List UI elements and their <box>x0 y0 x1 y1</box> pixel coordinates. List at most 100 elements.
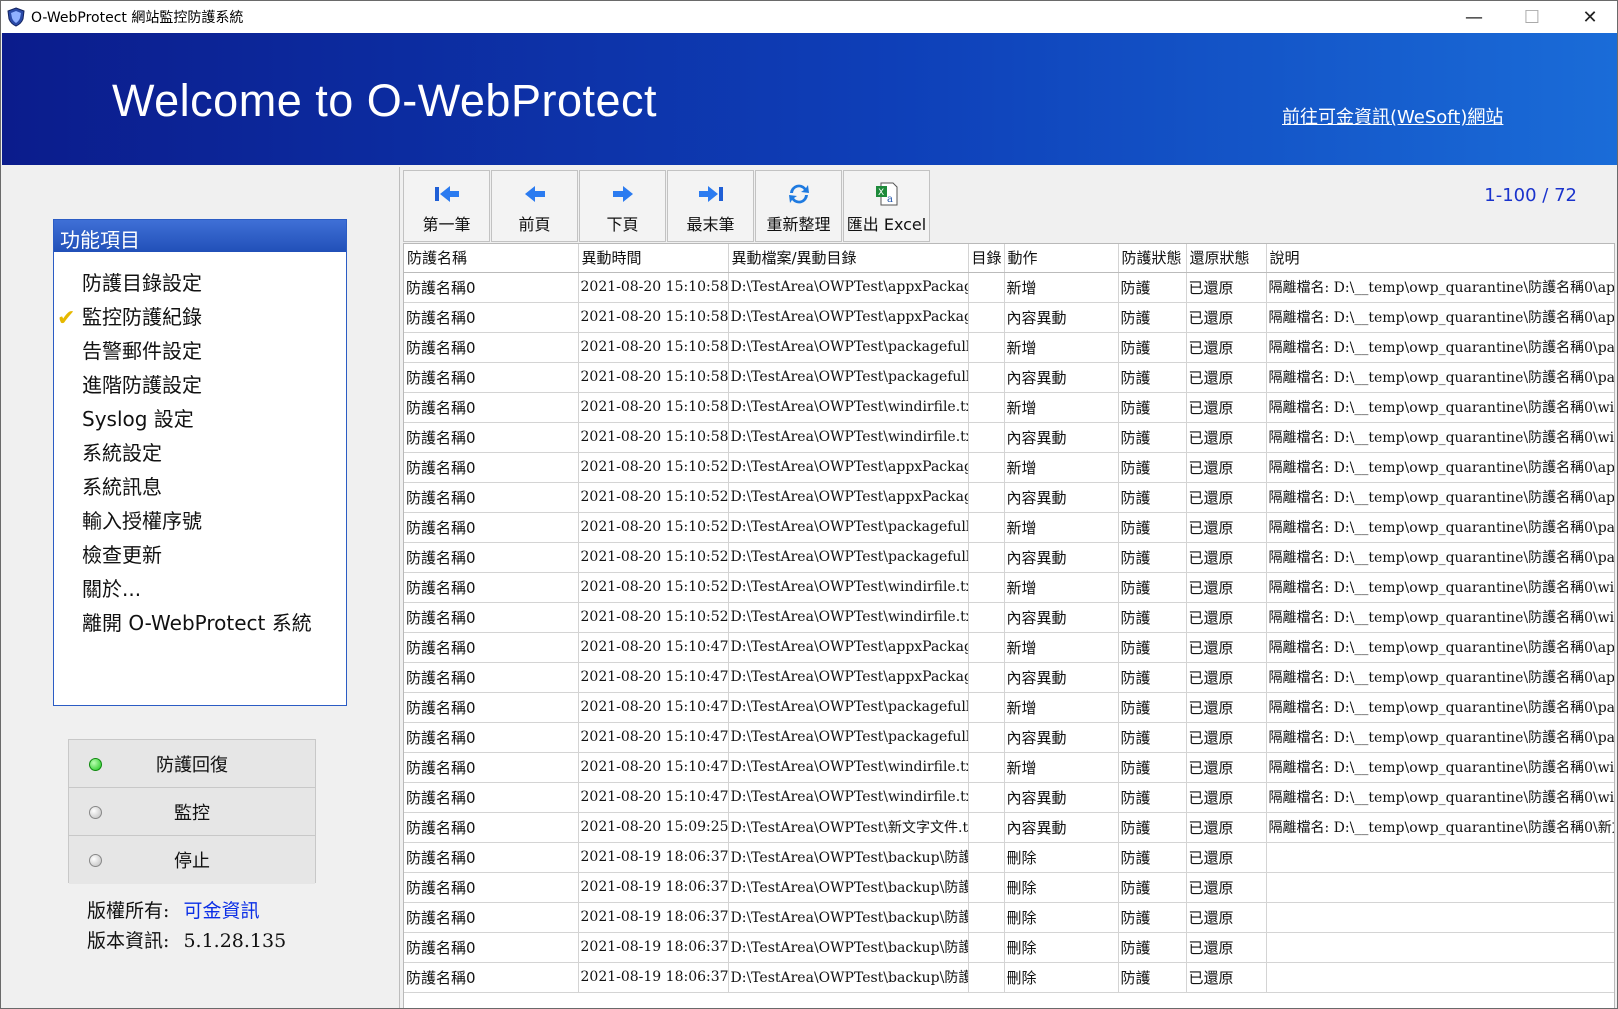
menu-item[interactable]: 進階防護設定 <box>54 368 346 402</box>
table-cell: 新增 <box>1004 272 1119 303</box>
table-row[interactable]: 防護名稱0 2021-08-20 15:10:47 D:\TestArea\OWPT… <box>404 722 1614 753</box>
table-row[interactable]: 防護名稱0 2021-08-20 15:10:52 D:\TestArea\OWPT… <box>404 482 1614 513</box>
table-cell: 2021-08-20 15:10:47 <box>578 632 729 663</box>
column-header[interactable]: 目錄 <box>968 244 1005 273</box>
table-row[interactable]: 防護名稱0 2021-08-20 15:10:52 D:\TestArea\OWPT… <box>404 512 1614 543</box>
status-button-label: 停止 <box>174 851 210 872</box>
arrow-right-icon <box>611 181 635 207</box>
minimize-icon[interactable]: — <box>1445 1 1503 33</box>
protect-recover-button[interactable]: 防護回復 <box>69 740 315 788</box>
menu-item[interactable]: 告警郵件設定 <box>54 334 346 368</box>
table-cell <box>968 272 1005 303</box>
table-row[interactable]: 防護名稱0 2021-08-19 18:06:37 D:\TestArea\OWPT… <box>404 932 1614 963</box>
column-header[interactable]: 防護名稱 <box>404 244 579 273</box>
table-row[interactable]: 防護名稱0 2021-08-20 15:10:58 D:\TestArea\OWPT… <box>404 332 1614 363</box>
table-row[interactable]: 防護名稱0 2021-08-20 15:10:47 D:\TestArea\OWPT… <box>404 662 1614 693</box>
table-row[interactable]: 防護名稱0 2021-08-20 15:10:52 D:\TestArea\OWPT… <box>404 602 1614 633</box>
table-cell: 防護 <box>1118 662 1187 693</box>
table-row[interactable]: 防護名稱0 2021-08-19 18:06:37 D:\TestArea\OWPT… <box>404 902 1614 933</box>
table-row[interactable]: 防護名稱0 2021-08-20 15:10:58 D:\TestArea\OWPT… <box>404 422 1614 453</box>
table-row[interactable]: 防護名稱0 2021-08-20 15:10:58 D:\TestArea\OWPT… <box>404 392 1614 423</box>
table-row[interactable]: 防護名稱0 2021-08-19 18:06:37 D:\TestArea\OWPT… <box>404 962 1614 993</box>
monitor-button[interactable]: 監控 <box>69 788 315 836</box>
table-row[interactable]: 防護名稱0 2021-08-20 15:10:52 D:\TestArea\OWPT… <box>404 572 1614 603</box>
stop-button[interactable]: 停止 <box>69 836 315 884</box>
export-excel-button[interactable]: X a 匯出 Excel <box>843 170 930 242</box>
menu-item[interactable]: Syslog 設定 <box>54 402 346 436</box>
table-cell: 隔離檔名: D:\__temp\owp_quarantine\防護名稱0\win… <box>1266 422 1614 453</box>
menu-header: 功能項目 <box>54 220 346 252</box>
table-cell: 防護 <box>1118 722 1187 753</box>
table-cell: 防護 <box>1118 812 1187 843</box>
table-row[interactable]: 防護名稱0 2021-08-20 15:10:52 D:\TestArea\OWPT… <box>404 542 1614 573</box>
table-cell <box>968 422 1005 453</box>
table-cell: 已還原 <box>1186 692 1267 723</box>
table-row[interactable]: 防護名稱0 2021-08-20 15:09:25 D:\TestArea\OWPT… <box>404 812 1614 843</box>
menu-item[interactable]: 檢查更新 <box>54 538 346 572</box>
table-row[interactable]: 防護名稱0 2021-08-20 15:10:47 D:\TestArea\OWPT… <box>404 632 1614 663</box>
table-cell: 2021-08-19 18:06:37 <box>578 872 729 903</box>
table-cell: 隔離檔名: D:\__temp\owp_quarantine\防護名稱0\pac… <box>1266 512 1614 543</box>
menu-item[interactable]: 系統設定 <box>54 436 346 470</box>
menu-list: 防護目錄設定 ✔ 監控防護紀錄 告警郵件設定 進階防護設定 Syslog 設定 系統設定 系統… <box>54 252 346 640</box>
table-row[interactable]: 防護名稱0 2021-08-20 15:10:58 D:\TestArea\OWPT… <box>404 302 1614 333</box>
next-page-button[interactable]: 下頁 <box>579 170 666 242</box>
close-icon[interactable]: ✕ <box>1561 1 1617 33</box>
table-row[interactable]: 防護名稱0 2021-08-20 15:10:47 D:\TestArea\OWPT… <box>404 782 1614 813</box>
menu-item[interactable]: 離開 O-WebProtect 系統 <box>54 606 346 640</box>
column-header[interactable]: 異動時間 <box>578 244 729 273</box>
table-cell: D:\TestArea\OWPTest\新文字文件.txt <box>728 812 969 843</box>
log-table[interactable]: 防護名稱 異動時間 異動檔案/異動目錄 目錄 動作 防護狀態 還原狀態 說明 防護名稱0 202… <box>403 243 1615 1008</box>
table-cell <box>968 752 1005 783</box>
table-row[interactable]: 防護名稱0 2021-08-20 15:10:58 D:\TestArea\OWPT… <box>404 272 1614 303</box>
table-cell: 防護 <box>1118 632 1187 663</box>
table-cell: 防護 <box>1118 422 1187 453</box>
column-header[interactable]: 異動檔案/異動目錄 <box>728 244 969 273</box>
table-cell: D:\TestArea\OWPTest\packagefullname.tx <box>728 692 969 723</box>
maximize-icon[interactable]: ☐ <box>1503 1 1561 33</box>
menu-item[interactable]: 系統訊息 <box>54 470 346 504</box>
menu-item[interactable]: 輸入授權序號 <box>54 504 346 538</box>
table-cell <box>1266 872 1614 903</box>
menu-item[interactable]: ✔ 監控防護紀錄 <box>54 300 346 334</box>
table-cell: 內容異動 <box>1004 302 1119 333</box>
table-cell: 2021-08-20 15:10:52 <box>578 452 729 483</box>
menu-item-label: 監控防護紀錄 <box>82 305 202 329</box>
menu-item[interactable]: 關於... <box>54 572 346 606</box>
table-cell <box>968 302 1005 333</box>
table-cell: 已還原 <box>1186 542 1267 573</box>
table-cell: D:\TestArea\OWPTest\appxPackage.txt <box>728 452 969 483</box>
table-row[interactable]: 防護名稱0 2021-08-20 15:10:58 D:\TestArea\OWPT… <box>404 362 1614 393</box>
table-cell: 2021-08-20 15:10:58 <box>578 332 729 363</box>
table-row[interactable]: 防護名稱0 2021-08-20 15:10:47 D:\TestArea\OWPT… <box>404 692 1614 723</box>
table-row[interactable]: 防護名稱0 2021-08-19 18:06:37 D:\TestArea\OWPT… <box>404 842 1614 873</box>
last-record-button[interactable]: 最末筆 <box>667 170 754 242</box>
first-record-button[interactable]: 第一筆 <box>403 170 490 242</box>
table-cell <box>968 542 1005 573</box>
table-cell <box>968 452 1005 483</box>
table-cell: 已還原 <box>1186 662 1267 693</box>
table-cell: D:\TestArea\OWPTest\windirfile.txt <box>728 602 969 633</box>
table-row[interactable]: 防護名稱0 2021-08-20 15:10:47 D:\TestArea\OWPT… <box>404 752 1614 783</box>
table-cell: 已還原 <box>1186 872 1267 903</box>
table-cell: 防護名稱0 <box>404 752 579 783</box>
column-header[interactable]: 說明 <box>1266 244 1614 273</box>
table-row[interactable]: 防護名稱0 2021-08-19 18:06:37 D:\TestArea\OWPT… <box>404 872 1614 903</box>
table-cell <box>968 632 1005 663</box>
table-cell: 防護 <box>1118 872 1187 903</box>
refresh-button[interactable]: 重新整理 <box>755 170 842 242</box>
menu-item[interactable]: 防護目錄設定 <box>54 266 346 300</box>
column-header[interactable]: 防護狀態 <box>1118 244 1187 273</box>
table-cell: 已還原 <box>1186 962 1267 993</box>
title-bar[interactable]: O-WebProtect 網站監控防護系統 — ☐ ✕ <box>1 1 1617 33</box>
prev-page-button[interactable]: 前頁 <box>491 170 578 242</box>
table-cell: 隔離檔名: D:\__temp\owp_quarantine\防護名稱0\win… <box>1266 752 1614 783</box>
column-header[interactable]: 動作 <box>1004 244 1119 273</box>
table-cell <box>968 602 1005 633</box>
table-cell: 防護名稱0 <box>404 272 579 303</box>
column-header[interactable]: 還原狀態 <box>1186 244 1267 273</box>
wesoft-website-link[interactable]: 前往可金資訊(WeSoft)網站 <box>1282 103 1503 129</box>
table-row[interactable]: 防護名稱0 2021-08-20 15:10:52 D:\TestArea\OWPT… <box>404 452 1614 483</box>
table-cell: 內容異動 <box>1004 542 1119 573</box>
table-cell: 刪除 <box>1004 902 1119 933</box>
